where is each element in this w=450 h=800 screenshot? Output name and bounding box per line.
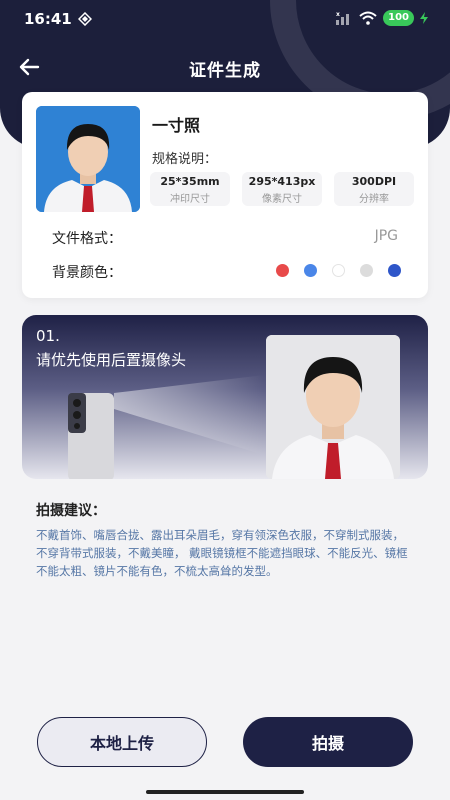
shoot-button[interactable]: 拍摄 <box>243 717 413 767</box>
notification-icon <box>78 12 92 26</box>
advice-title: 拍摄建议： <box>36 503 106 519</box>
local-upload-button[interactable]: 本地上传 <box>37 717 207 767</box>
spec-caption: 冲印尺寸 <box>170 194 210 205</box>
home-indicator[interactable] <box>146 790 304 794</box>
portrait-image <box>266 335 400 479</box>
bg-color-red[interactable] <box>276 264 289 277</box>
battery-badge: 100 <box>383 10 414 26</box>
bg-color-dark-blue[interactable] <box>388 264 401 277</box>
id-photo-sample <box>36 106 140 212</box>
spec-caption: 分辨率 <box>359 194 389 205</box>
photo-spec-card: 一寸照 规格说明： 25*35mm 冲印尺寸 295*413px 像素尺寸 30… <box>22 92 428 298</box>
charging-icon <box>420 12 428 24</box>
nav-bar: 证件生成 <box>0 50 450 84</box>
advice-text: 不戴首饰、嘴唇合拢、露出耳朵眉毛，穿有领深色衣服，不穿制式服装，不穿背带式服装，… <box>36 528 408 578</box>
bg-color-gray[interactable] <box>360 264 373 277</box>
bg-color-white[interactable] <box>332 264 345 277</box>
spec-value: 300DPI <box>351 175 397 188</box>
bg-color-blue[interactable] <box>304 264 317 277</box>
status-right-group: x 100 <box>335 10 428 26</box>
phone-back-camera-illustration <box>68 393 114 479</box>
tip-text: 请优先使用后置摄像头 <box>36 351 187 369</box>
file-format-value: JPG <box>374 228 398 244</box>
spec-label: 规格说明： <box>152 152 218 167</box>
photo-type-title: 一寸照 <box>152 116 201 135</box>
spec-print-size: 25*35mm 冲印尺寸 <box>150 172 230 206</box>
spec-resolution: 300DPI 分辨率 <box>334 172 414 206</box>
page-title: 证件生成 <box>189 61 261 81</box>
status-time: 16:41 <box>24 10 72 28</box>
spec-pixel-size: 295*413px 像素尺寸 <box>242 172 322 206</box>
bg-color-label: 背景颜色： <box>52 265 122 281</box>
camera-beam <box>114 375 264 455</box>
signal-icon: x <box>336 11 350 25</box>
wifi-icon <box>359 11 377 25</box>
camera-tip-card: 01. 请优先使用后置摄像头 <box>22 315 428 479</box>
spec-value: 295*413px <box>248 175 316 188</box>
portrait-image <box>36 106 140 212</box>
svg-text:x: x <box>336 11 340 18</box>
spec-value: 25*35mm <box>160 175 220 188</box>
file-format-label: 文件格式： <box>52 231 122 247</box>
spec-caption: 像素尺寸 <box>262 194 302 205</box>
tip-number: 01. <box>36 327 60 345</box>
status-bar: 16:41 x 100 <box>0 0 450 38</box>
tip-portrait-photo <box>266 335 400 479</box>
